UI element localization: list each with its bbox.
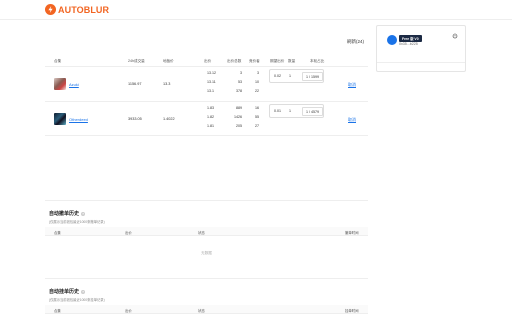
- refresh-button[interactable]: 刷新(24): [347, 39, 364, 45]
- auto-cancel-title: 自动撤单历史?: [49, 210, 86, 217]
- bid-list: 13.12 13.11 13.1: [207, 71, 216, 94]
- section-divider: [45, 278, 368, 279]
- floor-value: 1.4022: [163, 117, 175, 121]
- wallet-avatar: [387, 35, 397, 45]
- bid-total-value: 889: [236, 106, 242, 110]
- col-collection: 合集: [54, 309, 61, 313]
- bid-total-value: 3: [240, 71, 242, 75]
- col-cancel-time: 撤单时间: [345, 231, 359, 235]
- quantity-value: 1: [289, 74, 291, 78]
- bid-config-box[interactable]: 0.01 1 1 / 4579: [269, 104, 324, 118]
- wallet-divider: [377, 62, 465, 63]
- bid-list: 1.83 1.82 1.81: [207, 106, 214, 129]
- bidders-value: 55: [255, 115, 259, 119]
- bid-total-value: 378: [236, 89, 242, 93]
- empty-state: 无数据: [201, 251, 212, 255]
- bid-value: 1.83: [207, 106, 214, 110]
- bidders-value: 22: [255, 89, 259, 93]
- col-collection: 合集: [54, 231, 61, 235]
- bidders-list: 16 55 27: [253, 106, 259, 129]
- auto-sell-table-header: 合集 出价 状态 挂单时间: [45, 305, 368, 314]
- col-quantity: 数量: [288, 59, 296, 63]
- col-expected-bid: 期望出价: [270, 59, 285, 63]
- cancel-button[interactable]: 取消: [348, 117, 356, 123]
- bid-value: 1.82: [207, 115, 214, 119]
- collection-link[interactable]: Otherdeed: [69, 117, 88, 122]
- table-row: Otherdeed 3933.05 1.4022 1.83 1.82 1.81 …: [45, 102, 368, 136]
- bidders-list: 3 10 22: [253, 71, 259, 94]
- info-icon[interactable]: ?: [81, 289, 86, 294]
- auto-sell-title-text: 自动挂单历史: [49, 289, 80, 295]
- auto-cancel-table-header: 合集 出价 状态 撤单时间: [45, 227, 368, 236]
- collection-avatar: [54, 113, 66, 125]
- col-status: 状态: [198, 309, 205, 313]
- col-list-time: 挂单时间: [345, 309, 359, 313]
- bid-total-list: 3 53 378: [234, 71, 242, 94]
- bid-total-value: 205: [236, 124, 242, 128]
- quantity-value: 1: [289, 109, 291, 113]
- cancel-button[interactable]: 取消: [348, 82, 356, 88]
- bid-value: 1.81: [207, 124, 214, 128]
- col-bid-total: 出价总数: [227, 59, 242, 63]
- power-icon[interactable]: [452, 33, 458, 39]
- table-row: Azuki 1156.97 13.3 13.12 13.11 13.1 3 53…: [45, 67, 368, 102]
- col-volume: 24h成交量: [128, 59, 145, 63]
- auto-sell-title: 自动挂单历史?: [49, 288, 86, 295]
- collection-link[interactable]: Azuki: [69, 82, 79, 87]
- brand-logo[interactable]: AUTOBLUR: [45, 4, 109, 15]
- expected-bid-value: 0.02: [274, 74, 281, 78]
- ratio-value: 1 / 4579: [302, 107, 323, 116]
- col-bidders: 竞价者: [249, 59, 260, 63]
- collection-avatar: [54, 78, 66, 90]
- floor-value: 13.3: [163, 82, 171, 86]
- bid-value: 13.11: [207, 80, 216, 84]
- bidders-value: 10: [255, 80, 259, 84]
- expected-bid-value: 0.01: [274, 109, 281, 113]
- info-icon[interactable]: ?: [81, 211, 86, 216]
- brand-name: AUTOBLUR: [58, 4, 110, 15]
- bids-table-header: 合集 24h成交量 地板价 出价 出价总数 竞价者 期望出价 数量 本轮占比: [45, 55, 368, 67]
- ratio-value: 1 / 1599: [302, 72, 323, 81]
- bid-config-box[interactable]: 0.02 1 1 / 1599: [269, 69, 324, 83]
- col-status: 状态: [198, 231, 205, 235]
- section-divider: [45, 200, 368, 201]
- auto-cancel-subtitle: (仅展示当前钱包最近1000条撤单记录): [49, 220, 105, 224]
- col-bid: 出价: [125, 309, 132, 313]
- volume-value: 1156.97: [128, 82, 142, 86]
- col-ratio: 本轮占比: [310, 59, 325, 63]
- col-collection: 合集: [54, 59, 62, 63]
- bid-total-list: 889 1426 205: [232, 106, 242, 129]
- col-bid: 出价: [204, 59, 212, 63]
- auto-sell-subtitle: (仅展示当前钱包最近1000条挂单记录): [49, 298, 105, 302]
- bid-value: 13.12: [207, 71, 216, 75]
- plan-badge: Free 版 V0: [399, 35, 422, 42]
- bid-total-value: 1426: [234, 115, 242, 119]
- top-bar: AUTOBLUR: [0, 0, 512, 20]
- wallet-card: Free 版 V0 0x35...b225: [376, 25, 466, 72]
- bid-total-value: 53: [238, 80, 242, 84]
- bid-value: 13.1: [207, 89, 214, 93]
- bidders-value: 16: [255, 106, 259, 110]
- lightning-icon: [45, 4, 56, 15]
- auto-cancel-title-text: 自动撤单历史: [49, 211, 80, 217]
- wallet-address[interactable]: 0x35...b225: [399, 42, 418, 46]
- bidders-value: 3: [257, 71, 259, 75]
- bidders-value: 27: [255, 124, 259, 128]
- volume-value: 3933.05: [128, 117, 142, 121]
- col-bid: 出价: [125, 231, 132, 235]
- col-floor: 地板价: [163, 59, 174, 63]
